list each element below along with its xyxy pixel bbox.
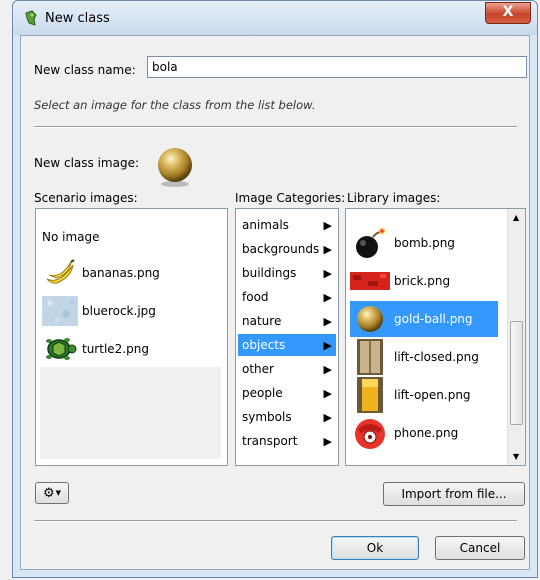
dialog-window: New class X New class name: Select an im… xyxy=(12,0,538,578)
arrow-right-icon: ▶ xyxy=(323,266,332,280)
hint-text: Select an image for the class from the l… xyxy=(34,98,316,112)
dialog-content: New class name: Select an image for the … xyxy=(20,35,530,570)
class-name-label: New class name: xyxy=(34,63,136,77)
class-image-label: New class image: xyxy=(34,156,140,170)
phone-icon xyxy=(350,415,390,451)
list-item[interactable]: lift-open.png xyxy=(350,377,498,413)
scenario-images-label: Scenario images: xyxy=(34,191,138,205)
category-item[interactable]: nature ▶ xyxy=(238,310,336,332)
close-button[interactable]: X xyxy=(485,2,531,24)
list-item[interactable]: bananas.png xyxy=(42,255,160,291)
list-item[interactable]: bluerock.jpg xyxy=(42,293,156,329)
list-item-selected[interactable]: gold-ball.png xyxy=(350,301,498,337)
arrow-right-icon: ▶ xyxy=(323,314,332,328)
arrow-right-icon: ▶ xyxy=(323,290,332,304)
arrow-right-icon: ▶ xyxy=(323,338,332,352)
library-images-list[interactable]: bomb.png brick.png gold-ball.png lift-cl… xyxy=(345,208,526,466)
list-item[interactable]: lift-closed.png xyxy=(350,339,498,375)
category-item[interactable]: other ▶ xyxy=(238,358,336,380)
arrow-right-icon: ▶ xyxy=(323,410,332,424)
empty-list-area xyxy=(40,367,221,459)
divider xyxy=(34,126,517,128)
title-bar[interactable]: New class X xyxy=(13,1,537,35)
bananas-icon xyxy=(42,258,78,288)
category-item[interactable]: people ▶ xyxy=(238,382,336,404)
category-item[interactable]: food ▶ xyxy=(238,286,336,308)
brick-icon xyxy=(350,263,390,299)
lift-open-icon xyxy=(350,377,390,413)
bluerock-icon xyxy=(42,296,78,326)
list-item[interactable]: bomb.png xyxy=(350,225,498,261)
category-item[interactable]: symbols ▶ xyxy=(238,406,336,428)
chevron-down-icon: ▼ xyxy=(55,489,62,497)
class-name-input[interactable] xyxy=(147,56,527,78)
scenario-images-list[interactable]: No image bananas.png bluerock.jpg turtle… xyxy=(35,208,228,466)
gold-ball-preview-icon xyxy=(158,148,192,187)
scroll-up-icon[interactable]: ▲ xyxy=(513,213,519,222)
scroll-down-icon[interactable]: ▼ xyxy=(513,452,519,461)
category-item[interactable]: transport ▶ xyxy=(238,430,336,452)
scroll-thumb[interactable] xyxy=(510,321,523,425)
category-item[interactable]: buildings ▶ xyxy=(238,262,336,284)
arrow-right-icon: ▶ xyxy=(323,218,332,232)
window-title: New class xyxy=(45,11,110,26)
bomb-icon xyxy=(350,225,390,261)
ok-button[interactable]: Ok xyxy=(331,536,419,560)
image-categories-list[interactable]: animals ▶ backgrounds ▶ buildings ▶ food ▶ n… xyxy=(235,208,339,466)
gear-icon: ⚙ xyxy=(42,485,55,501)
divider xyxy=(34,520,517,522)
close-icon: X xyxy=(502,4,514,20)
library-scrollbar[interactable]: ▲ ▼ xyxy=(507,209,525,465)
image-categories-label: Image Categories: xyxy=(235,191,346,205)
list-item[interactable]: turtle2.png xyxy=(42,331,149,367)
arrow-right-icon: ▶ xyxy=(323,242,332,256)
arrow-right-icon: ▶ xyxy=(323,386,332,400)
list-item[interactable]: No image xyxy=(42,219,100,255)
arrow-right-icon: ▶ xyxy=(323,434,332,448)
gold-ball-icon xyxy=(350,301,390,337)
import-from-file-button[interactable]: Import from file... xyxy=(383,482,525,506)
list-item[interactable]: phone.png xyxy=(350,415,498,451)
lift-closed-icon xyxy=(350,339,390,375)
cancel-button[interactable]: Cancel xyxy=(435,536,525,560)
category-item-selected[interactable]: objects ▶ xyxy=(238,334,336,356)
settings-menu-button[interactable]: ⚙ ▼ xyxy=(35,482,69,504)
category-item[interactable]: animals ▶ xyxy=(238,214,336,236)
arrow-right-icon: ▶ xyxy=(323,362,332,376)
list-item[interactable]: brick.png xyxy=(350,263,498,299)
category-item[interactable]: backgrounds ▶ xyxy=(238,238,336,260)
library-images-label: Library images: xyxy=(347,191,441,205)
partial-item-icon xyxy=(366,209,446,215)
greenfoot-icon xyxy=(25,10,37,26)
turtle-icon xyxy=(42,334,78,364)
